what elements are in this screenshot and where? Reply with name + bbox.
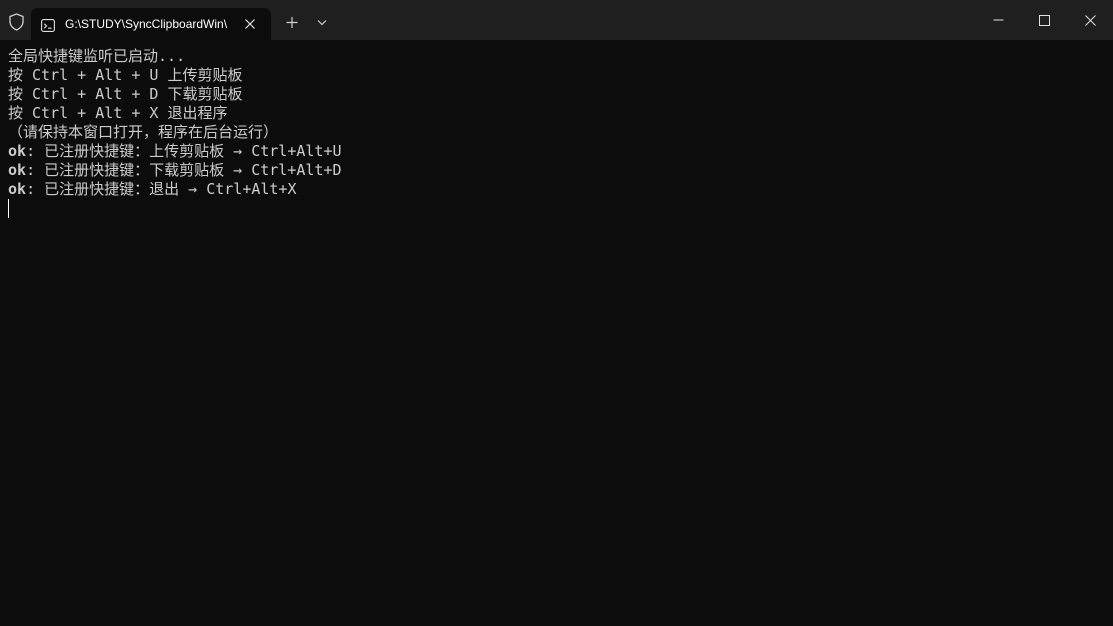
minimize-button[interactable] [975, 0, 1021, 40]
ok-text: : 已注册快捷键：下载剪贴板 → Ctrl+Alt+D [26, 161, 342, 179]
output-line: 全局快捷键监听已启动... [8, 47, 186, 65]
output-line: 按 Ctrl + Alt + X 退出程序 [8, 104, 228, 122]
maximize-button[interactable] [1021, 0, 1067, 40]
output-line: 按 Ctrl + Alt + D 下载剪贴板 [8, 85, 243, 103]
shield-icon [8, 13, 25, 31]
chevron-down-icon[interactable] [310, 10, 334, 34]
terminal-icon [41, 17, 55, 32]
ok-prefix: ok [8, 142, 27, 160]
ok-text: : 已注册快捷键：上传剪贴板 → Ctrl+Alt+U [26, 142, 342, 160]
prompt-line[interactable] [8, 199, 1108, 218]
ok-line: ok: 已注册快捷键：退出 → Ctrl+Alt+X [8, 180, 1108, 199]
close-icon [1085, 15, 1096, 26]
close-window-button[interactable] [1067, 0, 1113, 40]
terminal-output[interactable]: 全局快捷键监听已启动... 按 Ctrl + Alt + U 上传剪贴板 按 C… [8, 47, 1108, 622]
tab-title: G:\STUDY\SyncClipboardWin\ [65, 17, 228, 31]
plus-icon[interactable] [280, 10, 304, 34]
tab-terminal[interactable]: G:\STUDY\SyncClipboardWin\ [31, 8, 271, 40]
ok-text: : 已注册快捷键：退出 → Ctrl+Alt+X [26, 180, 297, 198]
output-line: 按 Ctrl + Alt + U 上传剪贴板 [8, 66, 243, 84]
ok-prefix: ok [8, 161, 27, 179]
close-icon[interactable] [240, 14, 260, 34]
ok-line: ok: 已注册快捷键：下载剪贴板 → Ctrl+Alt+D [8, 161, 1108, 180]
maximize-icon [1039, 15, 1050, 26]
text-cursor [8, 199, 9, 218]
minimize-icon [993, 19, 1004, 21]
terminal-window: G:\STUDY\SyncClipboardWin\ 全局快捷键监听已启动...… [0, 0, 1113, 626]
title-bar[interactable]: G:\STUDY\SyncClipboardWin\ [0, 0, 1113, 40]
ok-line: ok: 已注册快捷键：上传剪贴板 → Ctrl+Alt+U [8, 142, 1108, 161]
ok-prefix: ok [8, 180, 27, 198]
output-line: （请保持本窗口打开，程序在后台运行） [8, 123, 279, 141]
